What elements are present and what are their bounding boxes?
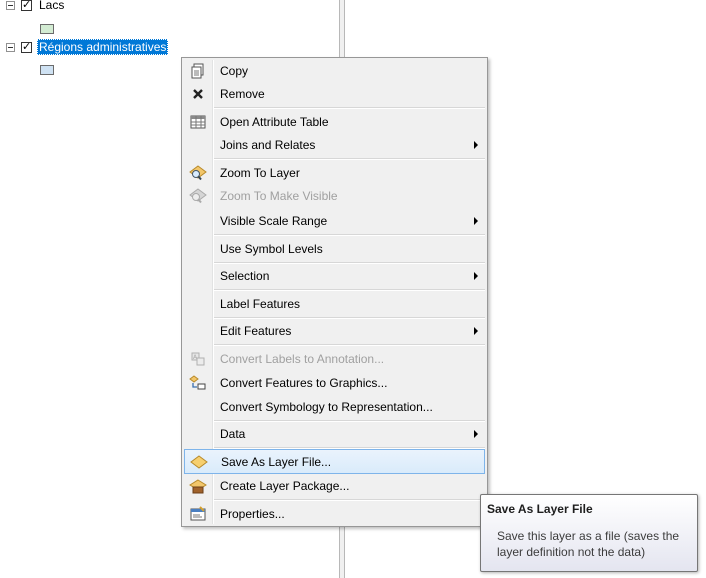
copy-icon: [184, 59, 212, 82]
zoom-to-layer-icon: [184, 161, 212, 184]
menu-item-convert-symbology-to-representation[interactable]: Convert Symbology to Representation...: [184, 395, 485, 418]
submenu-arrow-icon: [474, 430, 478, 438]
menu-item-selection[interactable]: Selection: [184, 264, 485, 287]
menu-item-use-symbol-levels[interactable]: Use Symbol Levels: [184, 237, 485, 260]
menu-item-create-layer-package[interactable]: Create Layer Package...: [184, 474, 485, 497]
layer-package-icon: [184, 474, 212, 497]
layer-label[interactable]: Régions administratives: [37, 39, 169, 55]
menu-item-open-attribute-table[interactable]: Open Attribute Table: [184, 110, 485, 133]
properties-icon: [184, 502, 212, 525]
menu-item-properties[interactable]: Properties...: [184, 502, 485, 525]
convert-labels-icon: A: [184, 347, 212, 370]
menu-item-zoom-to-layer[interactable]: Zoom To Layer: [184, 161, 485, 184]
layer-visibility-checkbox[interactable]: ✓: [21, 0, 32, 11]
submenu-arrow-icon: [474, 141, 478, 149]
menu-item-visible-scale-range[interactable]: Visible Scale Range: [184, 209, 485, 232]
arcmap-window: ✓ Lacs ✓ Régions administratives Copy Re…: [0, 0, 706, 578]
menu-item-convert-labels-to-annotation[interactable]: A Convert Labels to Annotation...: [184, 347, 485, 370]
toc-layer-regions[interactable]: ✓ Régions administratives: [6, 39, 169, 55]
menu-item-data[interactable]: Data: [184, 422, 485, 445]
layer-symbol-swatch[interactable]: [40, 24, 54, 34]
layer-visibility-checkbox[interactable]: ✓: [21, 41, 32, 53]
menu-item-edit-features[interactable]: Edit Features: [184, 319, 485, 342]
layer-symbol-swatch[interactable]: [40, 65, 54, 75]
tooltip-title: Save As Layer File: [487, 502, 593, 516]
zoom-to-make-visible-icon: [184, 184, 212, 207]
menu-item-tooltip: Save As Layer File Save this layer as a …: [480, 494, 698, 572]
menu-item-joins-and-relates[interactable]: Joins and Relates: [184, 133, 485, 156]
menu-item-zoom-to-make-visible[interactable]: Zoom To Make Visible: [184, 184, 485, 207]
collapse-icon[interactable]: [6, 42, 15, 52]
menu-item-remove[interactable]: Remove: [184, 82, 485, 105]
remove-icon: [184, 82, 212, 105]
menu-item-label-features[interactable]: Label Features: [184, 292, 485, 315]
save-layer-file-icon: [185, 450, 213, 473]
submenu-arrow-icon: [474, 272, 478, 280]
collapse-icon[interactable]: [6, 0, 15, 10]
layer-context-menu: Copy Remove Open Attribute Table Joins a…: [181, 57, 488, 527]
menu-item-convert-features-to-graphics[interactable]: Convert Features to Graphics...: [184, 371, 485, 394]
menu-item-copy[interactable]: Copy: [184, 59, 485, 82]
submenu-arrow-icon: [474, 327, 478, 335]
toc-layer-lacs[interactable]: ✓ Lacs: [6, 0, 66, 13]
layer-label[interactable]: Lacs: [37, 0, 66, 13]
tooltip-body: Save this layer as a file (saves the lay…: [497, 529, 680, 559]
submenu-arrow-icon: [474, 217, 478, 225]
menu-item-save-as-layer-file[interactable]: Save As Layer File...: [184, 449, 485, 474]
attribute-table-icon: [184, 110, 212, 133]
convert-features-icon: [184, 371, 212, 394]
